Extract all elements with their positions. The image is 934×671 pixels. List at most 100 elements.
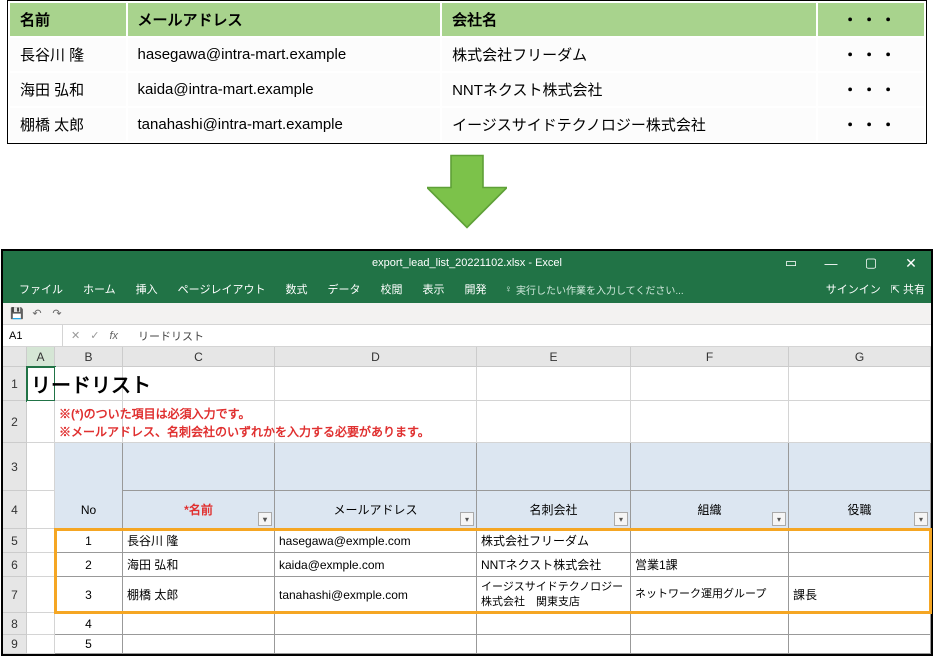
table-header-org[interactable]: 組織▾ xyxy=(631,491,789,529)
cell-org[interactable]: ネットワーク運用グループ xyxy=(631,577,789,613)
cell[interactable] xyxy=(27,443,55,491)
tab-home[interactable]: ホーム xyxy=(73,275,126,303)
row-header[interactable]: 9 xyxy=(3,635,27,654)
tab-layout[interactable]: ページレイアウト xyxy=(168,275,276,303)
cell[interactable] xyxy=(27,613,55,635)
table-header-blank[interactable] xyxy=(275,443,477,491)
share-button[interactable]: ⇱共有 xyxy=(891,281,925,297)
tab-insert[interactable]: 挿入 xyxy=(126,275,168,303)
cell[interactable] xyxy=(275,367,477,401)
row-header[interactable]: 7 xyxy=(3,577,27,613)
row-header[interactable]: 1 xyxy=(3,367,27,401)
table-header-name[interactable]: *名前▾ xyxy=(123,491,275,529)
tab-view[interactable]: 表示 xyxy=(412,275,454,303)
cell[interactable] xyxy=(789,613,931,635)
cell[interactable] xyxy=(275,635,477,654)
col-header[interactable]: F xyxy=(631,347,789,367)
cell[interactable] xyxy=(27,401,55,443)
cell-no[interactable]: 2 xyxy=(55,553,123,577)
cell[interactable] xyxy=(631,613,789,635)
table-header-company[interactable]: 名刺会社▾ xyxy=(477,491,631,529)
table-row[interactable]: 海田 弘和 kaida@intra-mart.example NNTネクスト株式… xyxy=(9,72,925,107)
cell[interactable] xyxy=(123,613,275,635)
cell-position[interactable] xyxy=(789,529,931,553)
cell[interactable] xyxy=(275,613,477,635)
filter-icon[interactable]: ▾ xyxy=(614,512,628,526)
table-row[interactable]: 長谷川 隆 hasegawa@intra-mart.example 株式会社フリ… xyxy=(9,37,925,72)
col-header[interactable]: G xyxy=(789,347,931,367)
ribbon-options-icon[interactable]: ▭ xyxy=(771,251,811,275)
cell-no[interactable]: 3 xyxy=(55,577,123,613)
col-header[interactable]: A xyxy=(27,347,55,367)
cell[interactable] xyxy=(631,635,789,654)
filter-icon[interactable]: ▾ xyxy=(772,512,786,526)
formula-input[interactable]: リードリスト xyxy=(132,328,931,344)
row-header[interactable]: 5 xyxy=(3,529,27,553)
accept-formula-icon[interactable]: ✓ xyxy=(90,329,99,342)
col-header[interactable]: E xyxy=(477,347,631,367)
cell-email[interactable]: hasegawa@exmple.com xyxy=(275,529,477,553)
col-header[interactable]: C xyxy=(123,347,275,367)
cell-position[interactable] xyxy=(789,553,931,577)
cell-org[interactable]: 営業1課 xyxy=(631,553,789,577)
cell-company[interactable]: NNTネクスト株式会社 xyxy=(477,553,631,577)
cell[interactable] xyxy=(631,367,789,401)
cell[interactable] xyxy=(123,635,275,654)
cell[interactable] xyxy=(789,401,931,443)
cell[interactable] xyxy=(789,367,931,401)
tab-data[interactable]: データ xyxy=(317,275,370,303)
tab-review[interactable]: 校閲 xyxy=(370,275,412,303)
cell-email[interactable]: tanahashi@exmple.com xyxy=(275,577,477,613)
cancel-formula-icon[interactable]: ✕ xyxy=(71,329,80,342)
col-header[interactable]: B xyxy=(55,347,123,367)
redo-icon[interactable]: ↷ xyxy=(49,306,65,322)
cell-position[interactable]: 課長 xyxy=(789,577,931,613)
table-header-blank[interactable] xyxy=(789,443,931,491)
cell[interactable] xyxy=(477,401,631,443)
tell-me-input[interactable]: ♀実行したい作業を入力してください... xyxy=(504,282,683,297)
cell[interactable] xyxy=(631,401,789,443)
signin-link[interactable]: サインイン xyxy=(826,281,881,297)
row-header[interactable]: 4 xyxy=(3,491,27,529)
cell[interactable] xyxy=(477,635,631,654)
row-header[interactable]: 3 xyxy=(3,443,27,491)
name-box[interactable]: A1 xyxy=(3,325,63,346)
tab-developer[interactable]: 開発 xyxy=(454,275,496,303)
filter-icon[interactable]: ▾ xyxy=(460,512,474,526)
undo-icon[interactable]: ↶ xyxy=(29,306,45,322)
cell-name[interactable]: 海田 弘和 xyxy=(123,553,275,577)
cell-name[interactable]: 棚橋 太郎 xyxy=(123,577,275,613)
cell[interactable] xyxy=(27,529,55,553)
table-header-no[interactable]: No xyxy=(55,491,123,529)
filter-icon[interactable]: ▾ xyxy=(258,512,272,526)
select-all-corner[interactable] xyxy=(3,347,27,367)
cell[interactable] xyxy=(789,635,931,654)
cell-org[interactable] xyxy=(631,529,789,553)
cell-a1[interactable]: リードリスト xyxy=(27,367,55,401)
cell-company[interactable]: イージスサイドテクノロジー株式会社 関東支店 xyxy=(477,577,631,613)
table-row[interactable]: 棚橋 太郎 tanahashi@intra-mart.example イージスサ… xyxy=(9,107,925,142)
table-header-email[interactable]: メールアドレス▾ xyxy=(275,491,477,529)
cell[interactable] xyxy=(27,635,55,654)
cell-note[interactable]: ※(*)のついた項目は必須入力です。 ※メールアドレス、名刺会社のいずれかを入力… xyxy=(55,401,123,443)
table-header-blank[interactable] xyxy=(477,443,631,491)
cell-name[interactable]: 長谷川 隆 xyxy=(123,529,275,553)
save-icon[interactable]: 💾 xyxy=(9,306,25,322)
maximize-button[interactable]: ▢ xyxy=(851,251,891,275)
cells-area[interactable]: リードリスト ※(*)のついた項目は必須入力です。 ※メールアドレス、名刺会社の… xyxy=(27,367,931,654)
cell[interactable] xyxy=(27,577,55,613)
minimize-button[interactable]: — xyxy=(811,251,851,275)
table-header-blank[interactable] xyxy=(123,443,275,491)
cell-no[interactable]: 5 xyxy=(55,635,123,654)
fx-icon[interactable]: fx xyxy=(109,330,124,342)
filter-icon[interactable]: ▾ xyxy=(914,512,928,526)
cell[interactable] xyxy=(477,613,631,635)
cell[interactable] xyxy=(477,367,631,401)
row-header[interactable]: 8 xyxy=(3,613,27,635)
table-header-position[interactable]: 役職▾ xyxy=(789,491,931,529)
close-button[interactable]: ✕ xyxy=(891,251,931,275)
row-header[interactable]: 6 xyxy=(3,553,27,577)
cell[interactable] xyxy=(27,491,55,529)
table-header-no[interactable] xyxy=(55,443,123,491)
cell-no[interactable]: 4 xyxy=(55,613,123,635)
